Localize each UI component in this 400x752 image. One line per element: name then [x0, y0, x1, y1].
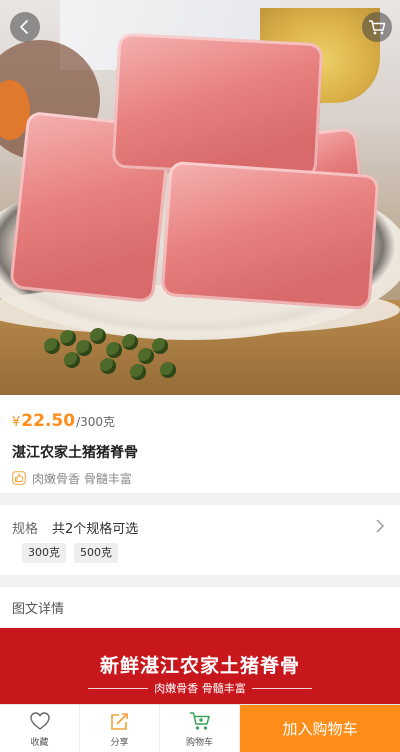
- share-label: 分享: [110, 737, 129, 748]
- cart-tab-button[interactable]: 购物车: [160, 705, 240, 752]
- price-unit: /300克: [76, 415, 116, 429]
- thumbs-up-icon: [12, 471, 26, 485]
- detail-banner: 新鲜湛江农家土猪脊骨 肉嫩骨香 骨髓丰富: [0, 628, 400, 704]
- back-button[interactable]: [10, 12, 40, 42]
- price-value: 22.50: [21, 411, 76, 431]
- chevron-left-icon: [20, 20, 28, 34]
- favorite-label: 收藏: [30, 737, 49, 748]
- spec-section[interactable]: 规格 共2个规格可选 300克 500克: [0, 505, 400, 575]
- detail-label: 图文详情: [12, 601, 65, 617]
- price: ¥ 22.50 /300克: [12, 411, 388, 433]
- spec-option-500g[interactable]: 500克: [74, 543, 118, 563]
- share-icon: [110, 712, 128, 730]
- banner-subtitle: 肉嫩骨香 骨髓丰富: [154, 682, 246, 695]
- product-tagline: 肉嫩骨香 骨髓丰富: [12, 469, 388, 487]
- spec-label: 规格: [12, 521, 39, 537]
- bottom-action-bar: 收藏 分享 购物车 加入购物车: [0, 704, 400, 752]
- spec-option-300g[interactable]: 300克: [22, 543, 66, 563]
- favorite-button[interactable]: 收藏: [0, 705, 80, 752]
- banner-title: 新鲜湛江农家土猪脊骨: [99, 655, 300, 677]
- product-title: 湛江农家土猪猪脊骨: [12, 445, 138, 461]
- chevron-right-icon: [376, 519, 385, 533]
- cart-label: 购物车: [185, 737, 213, 748]
- detail-section-header: 图文详情: [0, 587, 400, 627]
- heart-icon: [29, 711, 50, 730]
- cart-button[interactable]: [362, 12, 392, 42]
- add-to-cart-button[interactable]: 加入购物车: [240, 705, 400, 752]
- divider: [251, 687, 312, 689]
- spec-options: 300克 500克: [12, 543, 388, 563]
- cart-icon: [189, 711, 210, 730]
- product-image[interactable]: [0, 0, 400, 395]
- product-info: ¥ 22.50 /300克 湛江农家土猪猪脊骨 肉嫩骨香 骨髓丰富: [0, 395, 400, 493]
- currency-symbol: ¥: [12, 415, 21, 430]
- spec-summary: 共2个规格可选: [52, 521, 139, 537]
- tagline-text: 肉嫩骨香 骨髓丰富: [32, 471, 132, 486]
- share-button[interactable]: 分享: [80, 705, 160, 752]
- product-detail-page: ¥ 22.50 /300克 湛江农家土猪猪脊骨 肉嫩骨香 骨髓丰富 规格 共2个…: [0, 0, 400, 752]
- cart-icon: [369, 20, 386, 35]
- divider: [88, 687, 149, 689]
